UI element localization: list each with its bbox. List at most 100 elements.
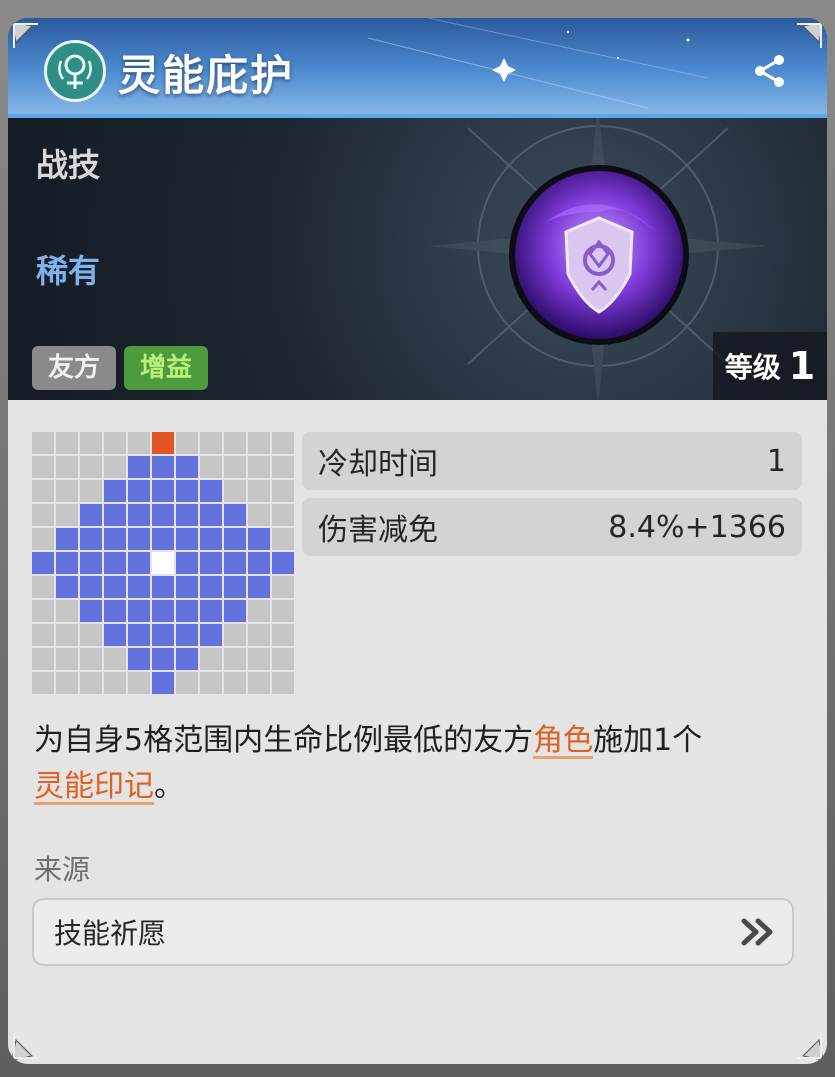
grid-cell-in-range <box>176 456 198 478</box>
range-grid <box>32 432 294 694</box>
grid-cell-in-range <box>104 600 126 622</box>
grid-cell-empty <box>80 672 102 694</box>
grid-cell-in-range <box>176 528 198 550</box>
grid-cell-in-range <box>80 600 102 622</box>
grid-cell-empty <box>272 576 294 598</box>
grid-cell-empty <box>56 624 78 646</box>
grid-cell-empty <box>56 600 78 622</box>
tag-friendly: 友方 <box>32 346 117 390</box>
level-label: 等级 <box>724 351 781 384</box>
grid-cell-empty <box>56 432 78 454</box>
corner-ornament-icon <box>789 20 825 56</box>
grid-cell-empty <box>104 672 126 694</box>
grid-cell-self <box>152 552 174 574</box>
grid-cell-in-range <box>224 576 246 598</box>
element-emblem-icon <box>44 40 106 102</box>
grid-cell-in-range <box>128 528 150 550</box>
tag-buff: 增益 <box>124 346 209 390</box>
grid-cell-in-range <box>176 504 198 526</box>
skill-type-label: 战技 <box>36 146 101 184</box>
grid-cell-empty <box>80 624 102 646</box>
grid-cell-in-range <box>176 648 198 670</box>
grid-cell-in-range <box>248 576 270 598</box>
grid-cell-in-range <box>56 528 78 550</box>
grid-cell-in-range <box>224 600 246 622</box>
grid-cell-in-range <box>104 504 126 526</box>
grid-cell-in-range <box>152 504 174 526</box>
grid-cell-in-range <box>200 528 222 550</box>
grid-cell-in-range <box>152 576 174 598</box>
grid-cell-in-range <box>224 504 246 526</box>
skill-banner: 战技 稀有 友方 增益 等级 1 <box>8 118 827 400</box>
grid-cell-empty <box>248 624 270 646</box>
grid-cell-empty <box>80 432 102 454</box>
grid-cell-in-range <box>128 504 150 526</box>
grid-cell-in-range <box>200 576 222 598</box>
share-icon[interactable] <box>751 52 789 90</box>
level-value: 1 <box>788 344 816 388</box>
grid-cell-empty <box>80 648 102 670</box>
grid-cell-empty <box>272 672 294 694</box>
grid-cell-in-range <box>128 576 150 598</box>
description-text: 。 <box>154 769 184 804</box>
grid-cell-in-range <box>56 552 78 574</box>
grid-cell-empty <box>272 480 294 502</box>
grid-cell-empty <box>200 648 222 670</box>
grid-cell-in-range <box>200 600 222 622</box>
grid-cell-in-range <box>56 576 78 598</box>
grid-cell-in-range <box>152 672 174 694</box>
stat-row-damage-reduction: 伤害减免 8.4%+1366 <box>302 498 802 556</box>
card-header: 灵能庇护 <box>8 18 827 118</box>
grid-cell-in-range <box>176 600 198 622</box>
grid-cell-empty <box>272 504 294 526</box>
grid-cell-in-range <box>152 456 174 478</box>
corner-ornament-icon <box>10 20 46 56</box>
grid-cell-empty <box>200 672 222 694</box>
keyword-link-character[interactable]: 角色 <box>533 723 593 758</box>
grid-cell-in-range <box>152 648 174 670</box>
grid-cell-empty <box>104 648 126 670</box>
level-indicator: 等级 1 <box>713 332 827 400</box>
grid-cell-in-range <box>200 480 222 502</box>
grid-cell-in-range <box>128 600 150 622</box>
grid-cell-empty <box>272 432 294 454</box>
corner-ornament-icon <box>789 1026 825 1062</box>
grid-cell-in-range <box>152 600 174 622</box>
grid-cell-empty <box>200 456 222 478</box>
grid-cell-in-range <box>80 528 102 550</box>
grid-cell-empty <box>32 648 54 670</box>
grid-cell-empty <box>224 648 246 670</box>
grid-cell-empty <box>248 480 270 502</box>
skill-card: 灵能庇护 战技 稀有 友方 增益 等级 1 冷却时间 1 伤害减免 8.4%+1… <box>8 18 827 1064</box>
grid-cell-in-range <box>152 480 174 502</box>
grid-cell-in-range <box>104 528 126 550</box>
grid-cell-empty <box>224 480 246 502</box>
grid-cell-empty <box>224 432 246 454</box>
skill-title: 灵能庇护 <box>118 51 295 100</box>
keyword-link-psionic-mark[interactable]: 灵能印记 <box>34 769 154 804</box>
grid-cell-in-range <box>248 552 270 574</box>
grid-cell-empty <box>200 432 222 454</box>
grid-cell-empty <box>56 480 78 502</box>
source-item-button[interactable]: 技能祈愿 <box>32 898 794 966</box>
description-text: 为自身5格范围内生命比例最低的友方 <box>34 723 534 758</box>
grid-cell-in-range <box>128 552 150 574</box>
description-text: 施加1个 <box>593 723 703 758</box>
grid-cell-in-range <box>80 552 102 574</box>
grid-cell-in-range <box>128 624 150 646</box>
grid-cell-empty <box>32 528 54 550</box>
grid-cell-empty <box>272 648 294 670</box>
grid-cell-in-range <box>200 624 222 646</box>
grid-cell-in-range <box>272 552 294 574</box>
grid-cell-empty <box>176 432 198 454</box>
psionic-shield-orb-icon <box>506 162 692 348</box>
grid-cell-empty <box>56 648 78 670</box>
grid-cell-empty <box>80 480 102 502</box>
grid-cell-empty <box>224 624 246 646</box>
grid-cell-in-range <box>104 480 126 502</box>
grid-cell-in-range <box>224 552 246 574</box>
grid-cell-in-range <box>248 528 270 550</box>
skill-details: 冷却时间 1 伤害减免 8.4%+1366 为自身5格范围内生命比例最低的友方角… <box>8 400 827 1064</box>
grid-cell-empty <box>32 504 54 526</box>
grid-cell-in-range <box>224 528 246 550</box>
